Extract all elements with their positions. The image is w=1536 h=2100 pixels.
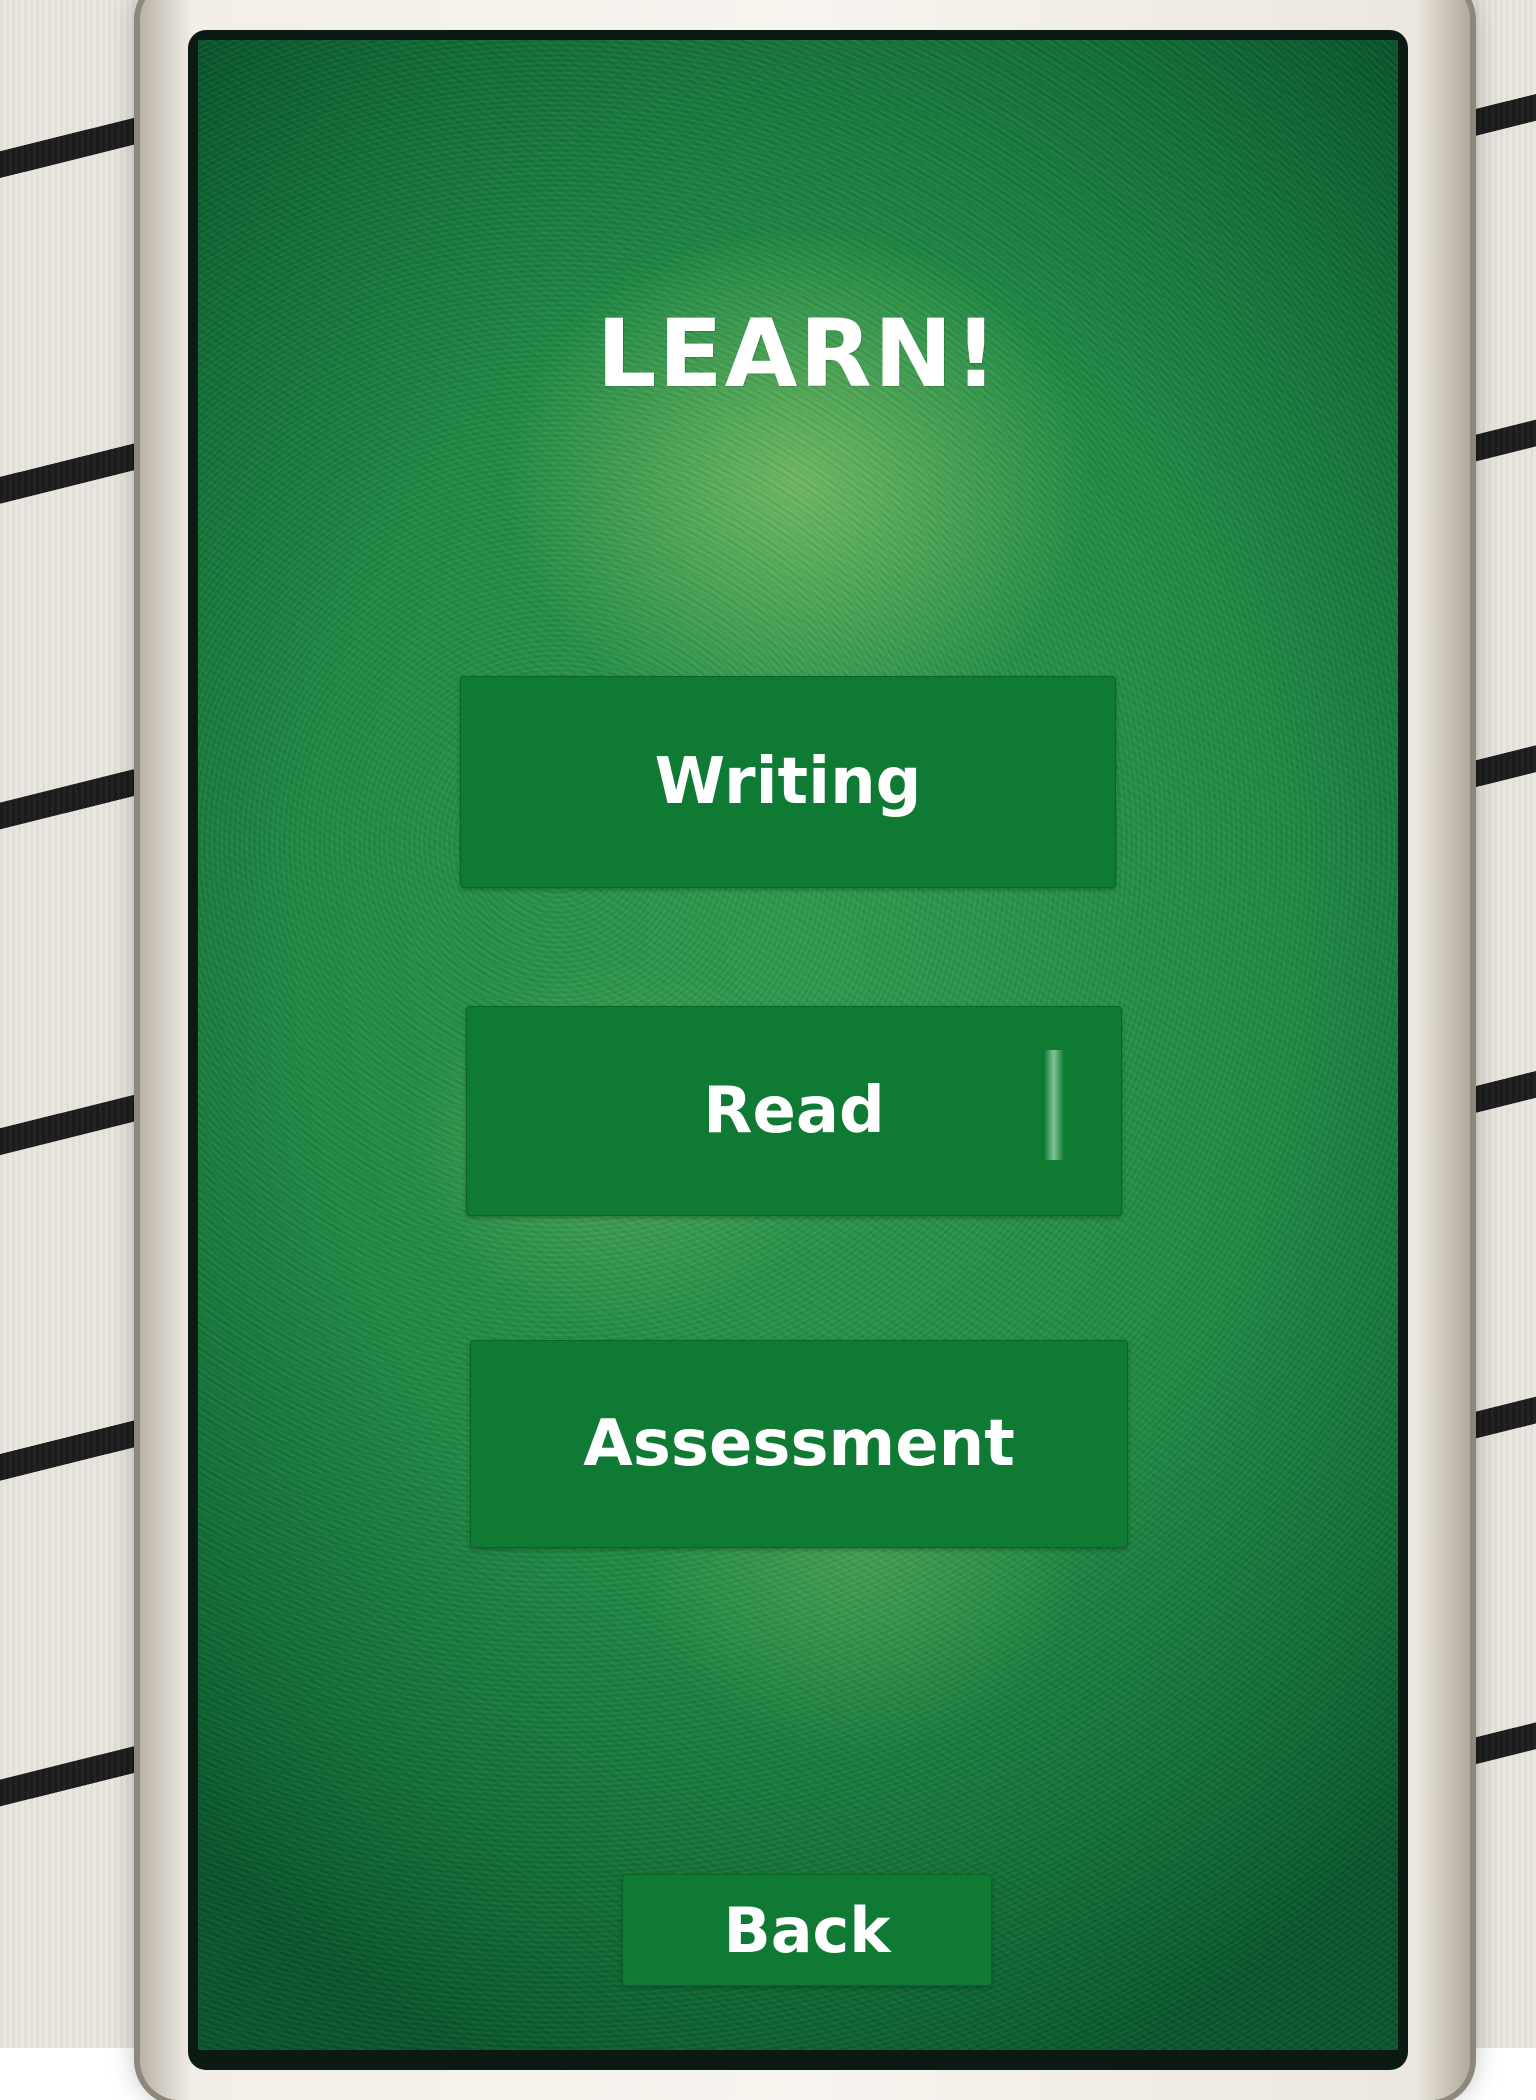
read-button[interactable]: Read [466,1006,1122,1216]
writing-button[interactable]: Writing [460,676,1116,888]
app-screen: LEARN! Writing Read Assessment Back [198,40,1398,2050]
assessment-button[interactable]: Assessment [470,1340,1128,1548]
page-title: LEARN! [596,300,1000,409]
back-button[interactable]: Back [622,1874,992,1986]
